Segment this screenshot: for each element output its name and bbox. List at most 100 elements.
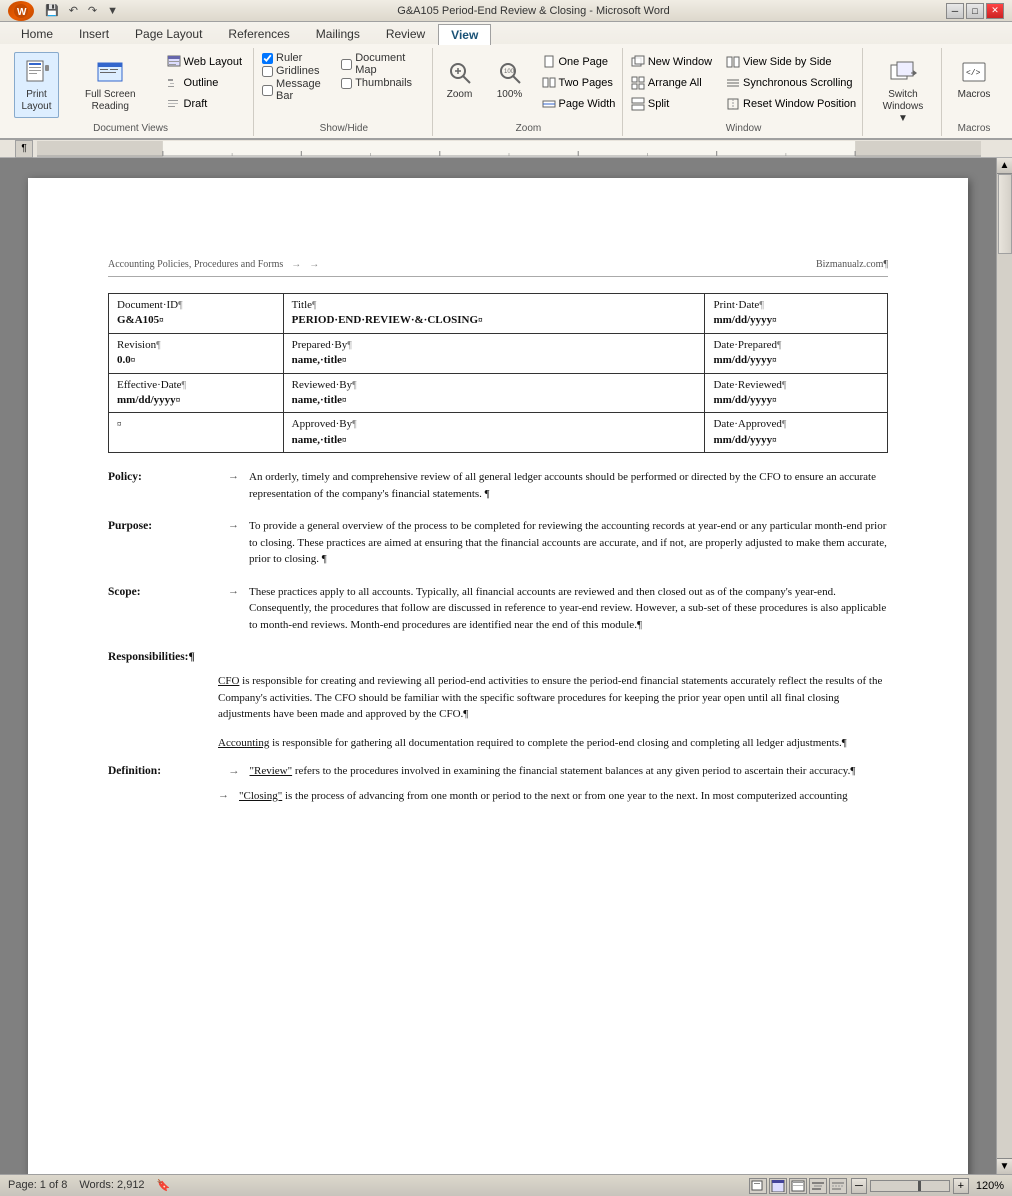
paragraph-marker-btn[interactable]: ¶ <box>15 140 33 158</box>
page-info: Page: 1 of 8 <box>8 1179 67 1192</box>
full-screen-view-icon[interactable] <box>769 1178 787 1194</box>
two-pages-button[interactable]: Two Pages <box>537 73 621 93</box>
zoom-slider[interactable] <box>870 1180 950 1192</box>
split-label: Split <box>648 98 669 110</box>
view-side-by-side-button[interactable]: View Side by Side <box>721 52 861 72</box>
document-views-group-label: Document Views <box>93 121 168 134</box>
quick-access-redo[interactable]: ↷ <box>85 2 100 19</box>
ruler-checkbox[interactable]: Ruler <box>262 52 337 64</box>
new-window-label: New Window <box>648 56 712 68</box>
review-text: refers to the procedures involved in exa… <box>295 765 855 777</box>
tab-references[interactable]: References <box>215 23 302 44</box>
full-screen-reading-button[interactable]: Full Screen Reading <box>63 52 158 118</box>
table-cell-prepared-by: Prepared·By¶ name,·title¤ <box>283 333 705 373</box>
zoom-100-button[interactable]: 100 100% <box>487 52 533 106</box>
outline-view-icon[interactable] <box>809 1178 827 1194</box>
draft-button[interactable]: Draft <box>162 94 248 114</box>
cfo-title: CFO <box>218 675 239 687</box>
zoom-out-button[interactable]: ─ <box>851 1178 867 1194</box>
switch-windows-button[interactable]: SwitchWindows ▼ <box>871 52 935 130</box>
table-cell-title: Title¶ PERIOD·END·REVIEW·&·CLOSING¤ <box>283 294 705 334</box>
full-screen-reading-label: Full Screen Reading <box>70 89 151 113</box>
macros-button[interactable]: </> Macros <box>951 52 998 106</box>
header-arrow1: → <box>291 258 301 272</box>
ruler-svg <box>37 141 981 157</box>
word-count: Words: 2,912 <box>79 1179 144 1192</box>
tab-insert[interactable]: Insert <box>66 23 122 44</box>
policy-label: Policy: <box>108 469 218 485</box>
table-cell-revision: Revision¶ 0.0¤ <box>109 333 284 373</box>
close-button[interactable]: ✕ <box>986 3 1004 19</box>
table-cell-date-reviewed: Date·Reviewed¶ mm/dd/yyyy¤ <box>705 373 888 413</box>
ruler-bar <box>37 141 981 157</box>
table-row: Revision¶ 0.0¤ Prepared·By¶ name,·title¤… <box>109 333 888 373</box>
print-layout-button[interactable]: PrintLayout <box>14 52 59 118</box>
split-button[interactable]: Split <box>626 94 717 114</box>
tab-home[interactable]: Home <box>8 23 66 44</box>
ribbon-content: PrintLayout Full Screen Reading Web Layo… <box>0 44 1012 138</box>
zoom-100-label: 100% <box>497 89 523 101</box>
svg-text:100: 100 <box>504 69 515 75</box>
switch-windows-label: SwitchWindows ▼ <box>878 89 928 125</box>
page-width-button[interactable]: Page Width <box>537 94 621 114</box>
definition-review-row: Definition: → "Review" refers to the pro… <box>108 763 888 780</box>
switch-windows-content: SwitchWindows ▼ <box>871 50 935 132</box>
ruler-check[interactable] <box>262 53 273 64</box>
scroll-up-button[interactable]: ▲ <box>997 158 1012 174</box>
zoom-in-button[interactable]: + <box>953 1178 969 1194</box>
gridlines-checkbox[interactable]: Gridlines <box>262 65 337 77</box>
thumbnails-checkbox[interactable]: Thumbnails <box>341 77 425 89</box>
message-bar-checkbox[interactable]: Message Bar <box>262 78 337 102</box>
ribbon-group-switch-windows: SwitchWindows ▼ <box>865 48 942 136</box>
zoom-group-label: Zoom <box>516 121 542 134</box>
scroll-thumb[interactable] <box>998 174 1012 254</box>
tab-page-layout[interactable]: Page Layout <box>122 23 215 44</box>
document-info-table: Document·ID¶ G&A105¤ Title¶ PERIOD·END·R… <box>108 293 888 453</box>
tab-view[interactable]: View <box>438 24 491 45</box>
print-layout-view-icon[interactable] <box>749 1178 767 1194</box>
quick-access-undo[interactable]: ↶ <box>66 2 81 19</box>
accounting-text: Accounting is responsible for gathering … <box>218 735 888 752</box>
quick-access-save[interactable]: 💾 <box>42 2 62 19</box>
closing-term: "Closing" <box>239 790 282 802</box>
message-bar-check[interactable] <box>262 85 273 96</box>
tab-review[interactable]: Review <box>373 23 438 44</box>
scroll-down-button[interactable]: ▼ <box>997 1158 1012 1174</box>
ribbon: Home Insert Page Layout References Maili… <box>0 22 1012 140</box>
vertical-scrollbar[interactable]: ▲ ▼ <box>996 158 1012 1174</box>
scope-arrow: → <box>218 584 249 599</box>
arrange-all-button[interactable]: Arrange All <box>626 73 717 93</box>
zoom-button[interactable]: Zoom <box>437 52 483 106</box>
reset-window-position-button[interactable]: Reset Window Position <box>721 94 861 114</box>
office-logo[interactable]: W <box>8 1 34 21</box>
web-layout-view-icon[interactable] <box>789 1178 807 1194</box>
cfo-text: CFO is responsible for creating and revi… <box>218 673 888 723</box>
outline-button[interactable]: Outline <box>162 73 248 93</box>
accounting-body: is responsible for gathering all documen… <box>272 737 847 749</box>
full-screen-reading-icon <box>94 57 126 89</box>
reviewed-by-value: name,·title¤ <box>292 394 347 406</box>
web-layout-button[interactable]: Web Layout <box>162 52 248 72</box>
switch-windows-icon <box>887 57 919 89</box>
date-approved-label: Date·Approved¶ <box>713 418 786 430</box>
thumbnails-check[interactable] <box>341 78 352 89</box>
synchronous-scrolling-button[interactable]: Synchronous Scrolling <box>721 73 861 93</box>
document-scroll[interactable]: Accounting Policies, Procedures and Form… <box>0 158 996 1174</box>
print-date-label: Print·Date¶ <box>713 299 763 311</box>
document-map-check[interactable] <box>341 59 352 70</box>
minimize-button[interactable]: ─ <box>946 3 964 19</box>
new-window-button[interactable]: New Window <box>626 52 717 72</box>
zoom-controls: ─ + 120% <box>851 1178 1004 1194</box>
one-page-button[interactable]: One Page <box>537 52 621 72</box>
page-width-label: Page Width <box>559 98 616 110</box>
tab-mailings[interactable]: Mailings <box>303 23 373 44</box>
definition-section: Definition: → "Review" refers to the pro… <box>108 763 888 804</box>
gridlines-check[interactable] <box>262 66 273 77</box>
draft-view-icon[interactable] <box>829 1178 847 1194</box>
ruler: ¶ <box>0 140 1012 158</box>
document-map-checkbox[interactable]: Document Map <box>341 52 425 76</box>
maximize-button[interactable]: □ <box>966 3 984 19</box>
quick-access-dropdown[interactable]: ▼ <box>104 3 121 19</box>
title-bar: W 💾 ↶ ↷ ▼ G&A105 Period-End Review & Clo… <box>0 0 1012 22</box>
reviewed-by-label: Reviewed·By¶ <box>292 379 357 391</box>
